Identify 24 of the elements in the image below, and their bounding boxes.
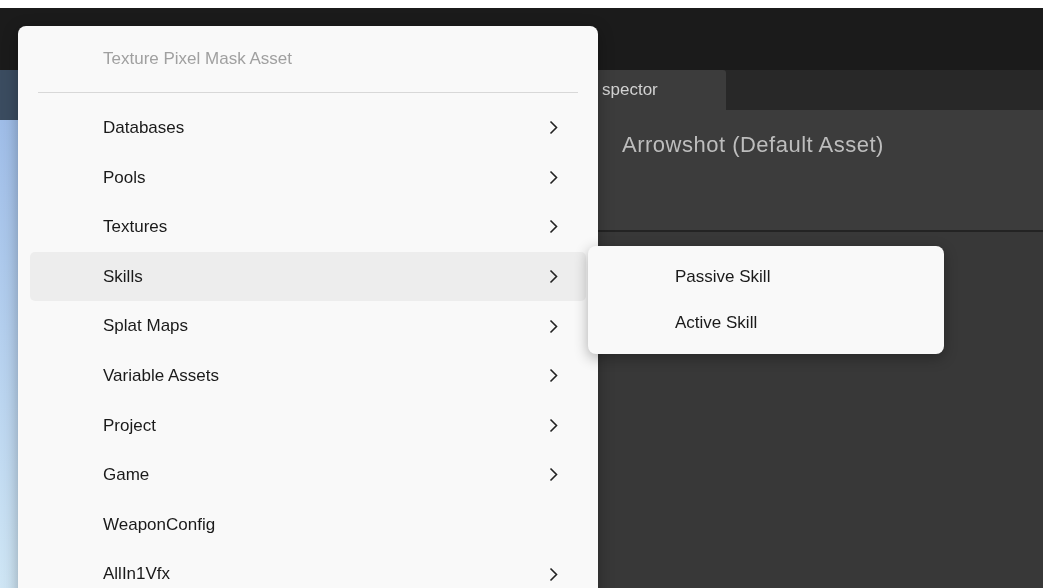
menu-item[interactable]: Pools [30,152,586,203]
chevron-right-icon [549,566,558,582]
chevron-right-icon [549,368,558,384]
chevron-right-icon [549,417,558,433]
submenu-item[interactable]: Active Skill [592,300,940,346]
menu-item[interactable]: Skills [30,251,586,302]
window-edge [0,70,18,120]
menu-item[interactable]: Textures [30,202,586,252]
chevron-right-icon [549,169,558,185]
asset-title: Arrowshot (Default Asset) [622,132,884,157]
chevron-right-icon [549,269,558,285]
menu-header: Texture Pixel Mask Asset [103,48,292,71]
menu-item[interactable]: WeaponConfig [30,499,586,550]
chevron-right-icon [549,219,558,235]
menu-item[interactable]: Project [30,400,586,451]
menu-item[interactable]: Variable Assets [30,350,586,401]
chevron-right-icon [549,120,558,136]
menu-item[interactable]: AllIn1Vfx [30,549,586,588]
chevron-right-icon [549,318,558,334]
menu-item[interactable]: Databases [30,103,586,153]
menu-item[interactable]: Game [30,450,586,500]
chevron-right-icon [549,467,558,483]
menu-item[interactable]: Splat Maps [30,301,586,351]
submenu-item[interactable]: Passive Skill [592,254,940,300]
